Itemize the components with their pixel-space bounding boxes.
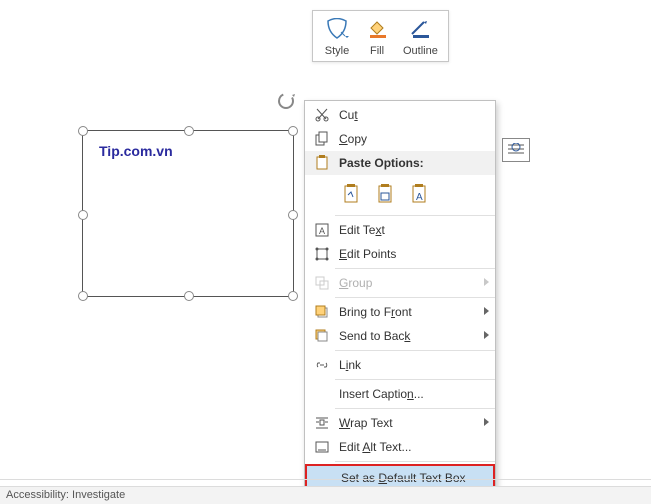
fill-icon [363, 15, 391, 43]
shape-format-mini-toolbar: Style Fill Outline [312, 10, 449, 62]
fill-label: Fill [370, 45, 384, 57]
outline-icon [406, 15, 434, 43]
menu-bring-to-front-label: Bring to Front [339, 305, 477, 319]
blank-icon [313, 469, 335, 487]
copy-icon [311, 130, 333, 148]
bring-to-front-icon [311, 303, 333, 321]
separator [335, 268, 495, 269]
chevron-right-icon [484, 331, 489, 339]
menu-send-to-back[interactable]: Send to Back [305, 324, 495, 348]
menu-wrap-text-label: Wrap Text [339, 416, 477, 430]
edit-text-icon: A [311, 221, 333, 239]
resize-handle-ne[interactable] [288, 126, 298, 136]
status-bar: Accessibility: Investigate [0, 486, 651, 504]
scissors-icon [311, 106, 333, 124]
page-boundary-rule [0, 479, 651, 480]
separator [335, 408, 495, 409]
outline-label: Outline [403, 45, 438, 57]
menu-edit-alt-text[interactable]: Edit Alt Text... [305, 435, 495, 459]
menu-group: Group [305, 271, 495, 295]
link-icon [311, 356, 333, 374]
style-tool[interactable]: Style [317, 13, 357, 59]
svg-text:A: A [319, 226, 325, 236]
menu-edit-alt-text-label: Edit Alt Text... [339, 440, 477, 454]
paste-keep-source-formatting[interactable] [339, 181, 365, 207]
svg-text:A: A [416, 192, 423, 203]
menu-paste-options-header: Paste Options: [305, 151, 495, 175]
resize-handle-se[interactable] [288, 291, 298, 301]
send-to-back-icon [311, 327, 333, 345]
menu-edit-text[interactable]: A Edit Text [305, 218, 495, 242]
menu-set-default-label: Set as Default Text Box [341, 471, 475, 485]
resize-handle-e[interactable] [288, 210, 298, 220]
alt-text-icon [311, 438, 333, 456]
separator [335, 461, 495, 462]
chevron-right-icon [484, 418, 489, 426]
menu-copy-label: Copy [339, 132, 477, 146]
menu-copy[interactable]: Copy [305, 127, 495, 151]
caption-icon [311, 385, 333, 403]
menu-edit-text-label: Edit Text [339, 223, 477, 237]
separator [335, 379, 495, 380]
fill-tool[interactable]: Fill [357, 13, 397, 59]
status-accessibility[interactable]: Accessibility: Investigate [6, 489, 125, 501]
layout-options-icon [507, 143, 525, 157]
menu-wrap-text[interactable]: Wrap Text [305, 411, 495, 435]
menu-insert-caption[interactable]: Insert Caption... [305, 382, 495, 406]
rotate-handle[interactable] [275, 90, 297, 112]
resize-handle-w[interactable] [78, 210, 88, 220]
context-menu: Cut Copy Paste Options: A A Edit Text [304, 100, 496, 504]
menu-edit-points-label: Edit Points [339, 247, 477, 261]
wrap-text-icon [311, 414, 333, 432]
menu-link-label: Link [339, 358, 477, 372]
menu-link[interactable]: Link [305, 353, 495, 377]
clipboard-icon [311, 154, 333, 172]
menu-group-label: Group [339, 276, 477, 290]
resize-handle-s[interactable] [184, 291, 194, 301]
resize-handle-n[interactable] [184, 126, 194, 136]
menu-cut-label: Cut [339, 108, 477, 122]
separator [335, 215, 495, 216]
menu-bring-to-front[interactable]: Bring to Front [305, 300, 495, 324]
resize-handle-sw[interactable] [78, 291, 88, 301]
chevron-right-icon [484, 307, 489, 315]
edit-points-icon [311, 245, 333, 263]
paste-options-row: A [305, 175, 495, 213]
group-icon [311, 274, 333, 292]
style-icon [323, 15, 351, 43]
separator [335, 297, 495, 298]
menu-paste-options-label: Paste Options: [339, 156, 477, 170]
outline-tool[interactable]: Outline [397, 13, 444, 59]
paste-keep-text-only[interactable]: A [407, 181, 433, 207]
style-label: Style [325, 45, 349, 57]
resize-handle-nw[interactable] [78, 126, 88, 136]
selected-text-box[interactable]: Tip.com.vn [82, 130, 294, 297]
menu-edit-points[interactable]: Edit Points [305, 242, 495, 266]
separator [335, 350, 495, 351]
menu-insert-caption-label: Insert Caption... [339, 387, 477, 401]
chevron-right-icon [484, 278, 489, 286]
paste-picture[interactable] [373, 181, 399, 207]
menu-cut[interactable]: Cut [305, 103, 495, 127]
layout-options-button[interactable] [502, 138, 530, 162]
menu-send-to-back-label: Send to Back [339, 329, 477, 343]
